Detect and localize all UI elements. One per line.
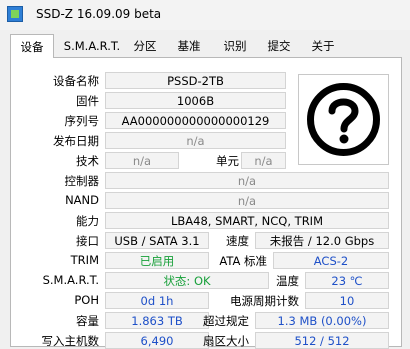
ata-standard-label: ATA 标准 bbox=[219, 254, 267, 268]
serial-label: 序列号 bbox=[64, 114, 100, 128]
trim-value: 已启用 bbox=[105, 252, 209, 269]
poh-label: POH bbox=[74, 293, 99, 307]
temperature-label: 温度 bbox=[276, 274, 299, 288]
title-bar: SSD-Z 16.09.09 beta bbox=[0, 0, 410, 30]
tab-identify[interactable]: 识别 bbox=[218, 36, 253, 56]
tab-device[interactable]: 设备 bbox=[10, 34, 54, 58]
tab-submit[interactable]: 提交 bbox=[262, 36, 297, 56]
host-writes-label: 写入主机数 bbox=[41, 334, 100, 348]
nand-label: NAND bbox=[65, 193, 99, 207]
device-image bbox=[298, 74, 389, 165]
device-name-label: 设备名称 bbox=[53, 74, 99, 88]
trim-label: TRIM bbox=[70, 253, 99, 267]
sector-size-label: 扇区大小 bbox=[203, 334, 249, 348]
cell-label: 单元 bbox=[216, 154, 239, 168]
device-name-value: PSSD-2TB bbox=[105, 72, 286, 89]
smart-label: S.M.A.R.T. bbox=[42, 273, 99, 287]
serial-value: AA000000000000000129 bbox=[105, 112, 286, 129]
interface-label: 接口 bbox=[76, 234, 99, 248]
capability-label: 能力 bbox=[76, 214, 99, 228]
power-cycles-label: 电源周期计数 bbox=[230, 294, 299, 308]
ssdz-app-icon bbox=[7, 6, 23, 22]
firmware-label: 固件 bbox=[76, 94, 99, 108]
speed-label: 速度 bbox=[226, 234, 249, 248]
question-mark-icon bbox=[307, 83, 380, 156]
firmware-value: 1006B bbox=[105, 92, 286, 109]
temperature-value: 23 ℃ bbox=[305, 272, 389, 289]
tab-bar: 设备 S.M.A.R.T. 分区 基准 识别 提交 关于 bbox=[10, 34, 400, 58]
controller-label: 控制器 bbox=[64, 174, 100, 188]
poh-value: 0d 1h bbox=[105, 292, 209, 309]
over-provisioning-value: 1.3 MB (0.00%) bbox=[255, 312, 389, 329]
nand-value: n/a bbox=[105, 192, 389, 209]
tab-benchmark[interactable]: 基准 bbox=[172, 36, 207, 56]
tab-about[interactable]: 关于 bbox=[306, 36, 341, 56]
capability-value: LBA48, SMART, NCQ, TRIM bbox=[105, 212, 389, 229]
technology-label: 技术 bbox=[76, 154, 99, 168]
tab-smart[interactable]: S.M.A.R.T. bbox=[56, 36, 129, 56]
device-panel: 设备名称 PSSD-2TB 固件 1006B 序列号 AA00000000000… bbox=[10, 57, 402, 349]
release-date-value: n/a bbox=[105, 132, 286, 149]
tab-partitions[interactable]: 分区 bbox=[128, 36, 163, 56]
release-date-label: 发布日期 bbox=[53, 134, 99, 148]
sector-size-value: 512 / 512 bbox=[255, 332, 389, 349]
window-title: SSD-Z 16.09.09 beta bbox=[36, 7, 162, 21]
controller-value: n/a bbox=[105, 172, 389, 189]
ata-standard-value: ACS-2 bbox=[273, 252, 389, 269]
capacity-label: 容量 bbox=[76, 314, 99, 328]
technology-value: n/a bbox=[105, 152, 179, 169]
over-provisioning-label: 超过规定 bbox=[203, 314, 249, 328]
power-cycles-value: 10 bbox=[305, 292, 389, 309]
cell-value: n/a bbox=[241, 152, 286, 169]
speed-value: 未报告 / 12.0 Gbps bbox=[255, 232, 389, 249]
